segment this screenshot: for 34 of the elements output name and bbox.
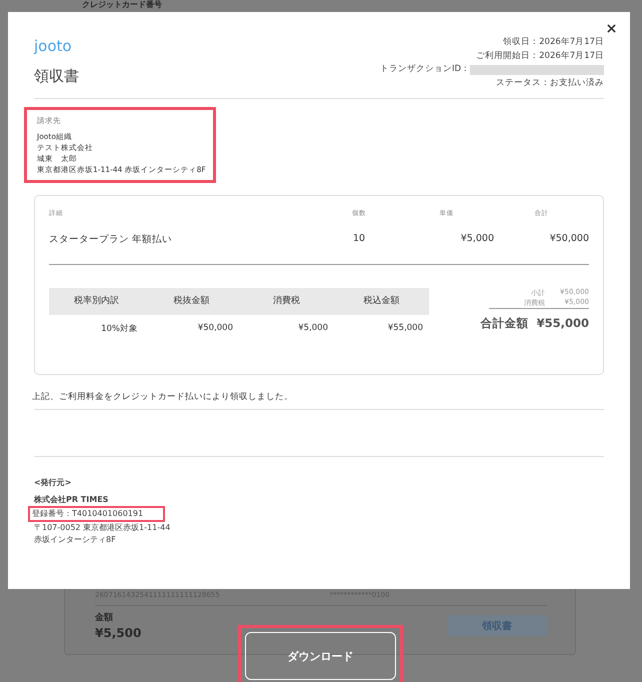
receipt-title: 領収書 [34,67,79,86]
field-label: クレジットカード番号 [82,0,162,10]
logo: jooto [34,37,73,55]
amount-label: 金額 [95,611,114,624]
issuer-address-line: 赤坂インターシティ8F [34,534,117,546]
amount-value: ¥5,500 [95,626,142,640]
total-value: ¥55,000 [536,316,589,331]
table-cell-text: ¥50,000 [548,233,589,246]
registration-number: 登録番号：T4010401060191 [28,506,166,522]
column-header: 税抜金額 [144,288,239,315]
table-cell-text: 10 [352,233,366,246]
issuer-address-line: 〒107-0052 東京都港区赤坂1-11-44 [34,522,172,534]
column-header: 消費税 [239,288,334,315]
column-header: 税込金額 [334,288,429,315]
table-cell-text: 10%対象 [100,322,139,335]
table-cell-text: ¥55,000 [386,322,424,335]
table-cell-text: スタータープラン 年額払い [49,233,174,246]
table-cell-text: ¥5,000 [460,233,494,246]
meta-label: 領収日： [503,36,540,49]
meta-value: お支払い済み [550,76,604,90]
meta-label: ステータス： [496,76,550,90]
meta-value: 2026年7月17日 [539,50,604,62]
total-label: 合計金額 [480,316,529,331]
column-header: 税率別内訳 [49,288,144,315]
issuer-heading: <発行元> [34,477,72,489]
table-cell-text: ¥5,000 [297,322,329,335]
meta-label: トランザクションID： [380,63,470,76]
meta-label: ご利用開始日： [476,50,540,62]
meta-value: 2026年7月17日 [539,36,604,49]
receipt-note: 上記、ご利用料金をクレジットカード払いにより領収しました。 [32,391,294,403]
table-cell-text: ¥50,000 [196,322,234,335]
close-icon[interactable] [607,24,616,33]
issuer-company: 株式会社PR TIMES [34,494,110,506]
download-button[interactable]: ダウンロード [245,632,396,680]
